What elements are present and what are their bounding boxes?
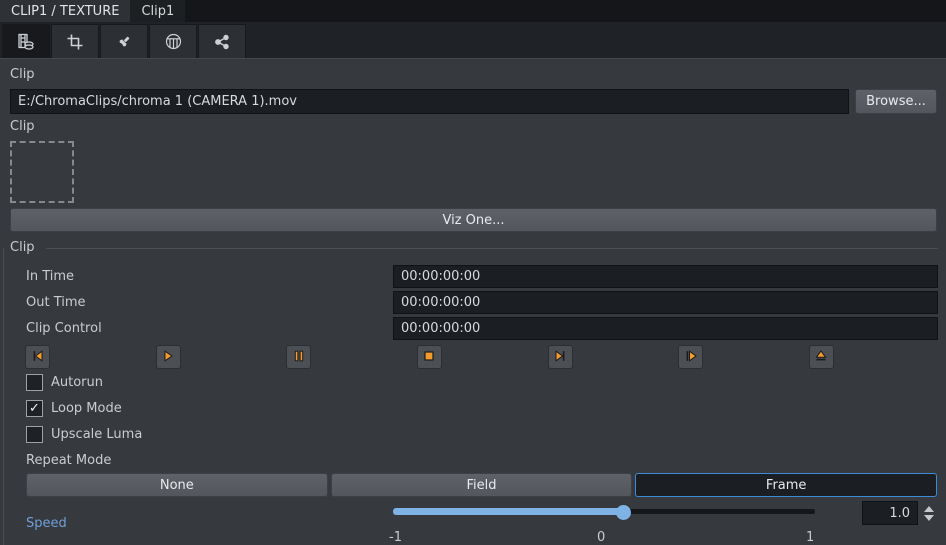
autorun-label: Autorun: [51, 375, 103, 390]
clip-path-input[interactable]: [10, 89, 849, 114]
sphere-icon: [165, 33, 182, 50]
repeat-none-button[interactable]: None: [26, 473, 328, 497]
clip-file-label: Clip: [10, 67, 35, 82]
speed-scale-min: -1: [389, 530, 402, 545]
eject-button[interactable]: [809, 345, 834, 369]
clip-group-divider: [46, 248, 938, 249]
repeat-mode-field: Field: [331, 473, 633, 497]
viz-one-button[interactable]: Viz One...: [10, 208, 937, 232]
loop-mode-row: ✓ Loop Mode: [26, 399, 122, 417]
repeat-mode-none: None: [26, 473, 328, 497]
repeat-mode-segments: None Field Frame: [26, 473, 937, 497]
eject-icon: [813, 348, 829, 367]
browse-button[interactable]: Browse...: [855, 89, 937, 114]
play-button[interactable]: [156, 345, 181, 369]
repeat-mode-frame: Frame: [635, 473, 937, 497]
spinner-up-icon[interactable]: [924, 506, 934, 512]
clip-group-border: [3, 248, 4, 545]
window-tab-bar: CLIP1 / TEXTURE Clip1: [0, 0, 946, 22]
loop-mode-checkbox[interactable]: ✓: [26, 400, 43, 417]
in-time-label: In Time: [26, 269, 74, 284]
clip-control-input[interactable]: [393, 317, 938, 340]
toolbar-tab-keying[interactable]: [100, 24, 148, 58]
flashlight-icon: [116, 34, 132, 50]
loop-mode-label: Loop Mode: [51, 401, 122, 416]
icon-tab-strip: [2, 24, 247, 58]
skip-to-end-button[interactable]: [548, 345, 573, 369]
tab-clip1[interactable]: Clip1: [130, 0, 185, 22]
clip-drop-target[interactable]: [10, 141, 74, 203]
transport-controls: [25, 345, 834, 369]
toolbar-tab-sphere[interactable]: [149, 24, 197, 58]
clip-group-label: Clip: [10, 240, 35, 255]
autorun-checkbox[interactable]: [26, 374, 43, 391]
clip-panel: Clip Browse... Clip Viz One... Clip In T…: [0, 58, 946, 545]
in-time-input[interactable]: [393, 265, 938, 288]
stop-button[interactable]: [417, 345, 442, 369]
speed-scale-max: 1: [806, 530, 814, 545]
share-icon: [214, 34, 230, 50]
repeat-field-button[interactable]: Field: [331, 473, 633, 497]
crop-icon: [67, 34, 83, 50]
clip-drop-label: Clip: [10, 119, 35, 134]
toolbar-tab-clip[interactable]: [2, 24, 50, 58]
upscale-luma-checkbox[interactable]: [26, 426, 43, 443]
toolbar-tab-crop[interactable]: [51, 24, 99, 58]
pause-button[interactable]: [286, 345, 311, 369]
toolbar-tab-share[interactable]: [198, 24, 246, 58]
clip-texture-editor: CLIP1 / TEXTURE Clip1: [0, 0, 946, 545]
speed-scale-mid: 0: [597, 530, 605, 545]
clip-control-label: Clip Control: [26, 321, 102, 336]
speed-slider-track[interactable]: [393, 509, 815, 514]
speed-spinner: [920, 501, 937, 525]
upscale-luma-label: Upscale Luma: [51, 427, 142, 442]
stop-icon: [421, 348, 437, 367]
out-time-input[interactable]: [393, 291, 938, 314]
speed-value-input[interactable]: [862, 501, 918, 525]
upscale-luma-row: Upscale Luma: [26, 425, 142, 443]
pause-icon: [291, 348, 307, 367]
repeat-frame-button[interactable]: Frame: [635, 473, 937, 497]
speed-slider-handle[interactable]: [616, 505, 631, 520]
step-forward-icon: [683, 348, 699, 367]
tab-clip1-texture[interactable]: CLIP1 / TEXTURE: [0, 0, 130, 22]
speed-slider-fill: [393, 508, 623, 515]
step-forward-button[interactable]: [678, 345, 703, 369]
skip-to-end-icon: [552, 348, 568, 367]
skip-to-start-button[interactable]: [25, 345, 50, 369]
spinner-down-icon[interactable]: [924, 515, 934, 521]
skip-to-start-icon: [30, 348, 46, 367]
play-icon: [160, 348, 176, 367]
clip-icon: [17, 33, 35, 51]
autorun-row: Autorun: [26, 373, 103, 391]
speed-label: Speed: [26, 516, 67, 531]
icon-toolbar: [0, 22, 946, 58]
out-time-label: Out Time: [26, 295, 86, 310]
repeat-mode-label: Repeat Mode: [26, 453, 111, 468]
